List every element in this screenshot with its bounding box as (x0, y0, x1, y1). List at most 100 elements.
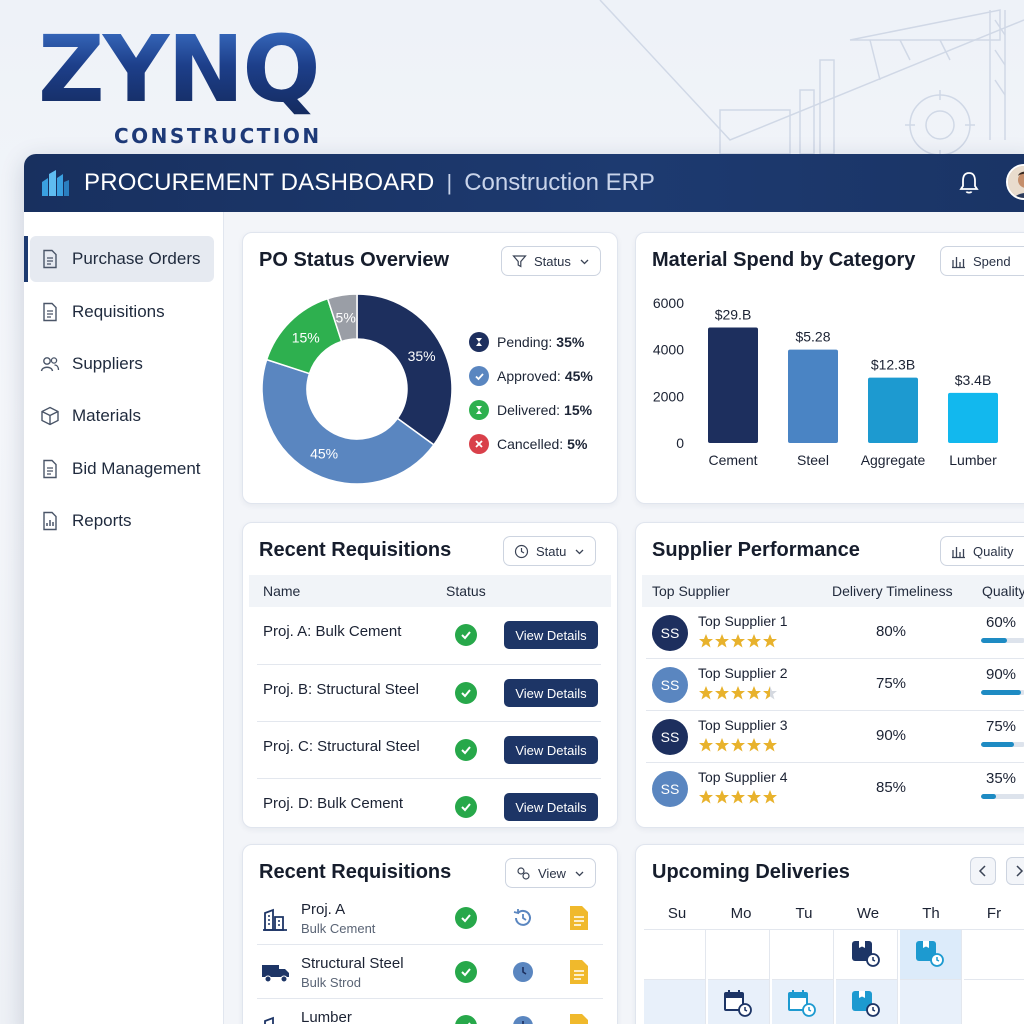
x-tick-label: Aggregate (861, 452, 926, 468)
star-icon (747, 738, 761, 752)
delivery-box-icon[interactable] (850, 988, 880, 1018)
view-details-button[interactable]: View Details (504, 736, 598, 764)
clock-icon[interactable] (512, 961, 534, 983)
brand-logo: ZYNQ CONSTRUCTION (38, 24, 338, 149)
star-icon (763, 790, 777, 804)
sidebar-item-reports[interactable]: Reports (30, 498, 214, 544)
legend-value: 45% (564, 368, 593, 384)
list-item-name: Structural Steel (301, 955, 404, 972)
legend-value: 5% (567, 436, 588, 452)
chevron-left-icon (978, 865, 986, 877)
donut-slice-label: 15% (292, 330, 320, 346)
sidebar: Purchase Orders Requisitions Suppliers M… (24, 212, 224, 1024)
hourglass-icon (469, 400, 489, 420)
history-icon[interactable] (511, 906, 535, 930)
sidebar-item-bid-management[interactable]: Bid Management (30, 446, 214, 492)
delivery-box-icon[interactable] (914, 938, 944, 968)
clock-icon[interactable] (512, 1015, 534, 1024)
star-icon (747, 790, 761, 804)
table-header: Name Status (249, 575, 611, 607)
legend-value: 35% (556, 334, 585, 350)
building-icon (264, 1016, 274, 1024)
view-details-button[interactable]: View Details (504, 621, 598, 649)
star-icon (715, 686, 729, 700)
calendar-cell[interactable] (836, 930, 898, 980)
table-row: Proj. D: Bulk Cement View Details (257, 779, 601, 825)
calendar-cell[interactable] (708, 930, 770, 980)
bar-data-label: $29.B (715, 307, 752, 323)
star-icon (731, 686, 745, 700)
calendar-cell[interactable] (964, 930, 1024, 980)
x-tick-label: Steel (797, 452, 829, 468)
recent-requisitions-filter[interactable]: Statu (503, 536, 597, 566)
sidebar-item-purchase-orders[interactable]: Purchase Orders (24, 236, 214, 282)
delivery-timeliness: 90% (876, 727, 907, 744)
view-icon (517, 866, 530, 880)
x-icon (469, 434, 489, 454)
bar-lumber (948, 392, 998, 443)
po-status-legend: Pending: 35% Approved: 45% Delivered: 15% C… (469, 325, 593, 461)
po-status-filter[interactable]: Status (501, 246, 601, 276)
truck-icon (262, 965, 289, 983)
calendar-cell[interactable] (836, 980, 898, 1024)
check-circle-icon (455, 796, 477, 818)
sidebar-item-requisitions[interactable]: Requisitions (30, 289, 214, 335)
star-icon (731, 738, 745, 752)
calendar-prev-button[interactable] (970, 857, 996, 885)
calendar-cell[interactable] (644, 980, 706, 1024)
bell-icon[interactable] (958, 171, 980, 195)
calendar-cell[interactable] (708, 980, 770, 1024)
supplier-name: Top Supplier 4 (698, 769, 788, 785)
file-icon[interactable] (569, 1013, 589, 1024)
star-rating (698, 789, 778, 805)
calendar-cell[interactable] (772, 980, 834, 1024)
supplier-name: Top Supplier 3 (698, 717, 788, 733)
calendar-cell[interactable] (772, 930, 834, 980)
delivery-timeliness: 80% (876, 623, 907, 640)
bar-data-label: $5.28 (795, 329, 830, 345)
material-spend-filter-label: Spend (973, 253, 1011, 269)
material-spend-filter[interactable]: Spend (940, 246, 1024, 276)
legend-item-cancelled: Cancelled: 5% (469, 427, 593, 461)
funnel-icon (512, 254, 527, 268)
supplier-performance-filter-label: Quality (973, 543, 1014, 559)
chevron-down-icon (575, 871, 584, 876)
calendar-cell[interactable] (900, 930, 962, 980)
star-icon (763, 686, 777, 700)
view-details-button[interactable]: View Details (504, 679, 598, 707)
check-circle-icon (455, 624, 477, 646)
recent-requisitions-view-filter[interactable]: View (505, 858, 596, 888)
user-avatar[interactable] (1006, 164, 1024, 200)
view-details-button[interactable]: View Details (504, 793, 598, 821)
buildings-icon (42, 170, 69, 196)
delivery-box-icon[interactable] (850, 938, 880, 968)
calendar-clock-icon[interactable] (722, 988, 752, 1018)
chevron-right-icon (1016, 865, 1024, 877)
sidebar-item-suppliers[interactable]: Suppliers (30, 341, 214, 387)
table-row: Proj. C: Structural Steel View Details (257, 722, 601, 779)
calendar-cell[interactable] (644, 930, 706, 980)
calendar-next-button[interactable] (1006, 857, 1024, 885)
supplier-performance-card: Supplier Performance Quality Top Supplie… (635, 522, 1024, 828)
users-icon (40, 357, 60, 372)
document-icon (43, 249, 57, 269)
column-header-quality: Quality (982, 583, 1024, 599)
list-item: Lumber (257, 999, 603, 1024)
calendar-cell[interactable] (964, 980, 1024, 1024)
quality-value: 35% (986, 770, 1017, 787)
quality-bar (981, 794, 1024, 799)
file-icon[interactable] (569, 905, 589, 931)
document-icon (43, 459, 57, 479)
star-icon (715, 738, 729, 752)
po-status-card: PO Status Overview Status 35% 45% 15% 5% Pe… (242, 232, 618, 504)
sidebar-item-materials[interactable]: Materials (30, 393, 214, 439)
calendar-cell[interactable] (900, 980, 962, 1024)
calendar-clock-icon[interactable] (786, 988, 816, 1018)
supplier-performance-filter[interactable]: Quality (940, 536, 1024, 566)
list-item: Structural Steel Bulk Strod (257, 945, 603, 999)
list-item-name: Proj. A (301, 901, 346, 918)
file-icon[interactable] (569, 959, 589, 985)
calendar-day-header: Fr (986, 905, 1002, 922)
x-tick-label: Cement (708, 452, 757, 468)
header-title: PROCUREMENT DASHBOARD (84, 169, 435, 196)
